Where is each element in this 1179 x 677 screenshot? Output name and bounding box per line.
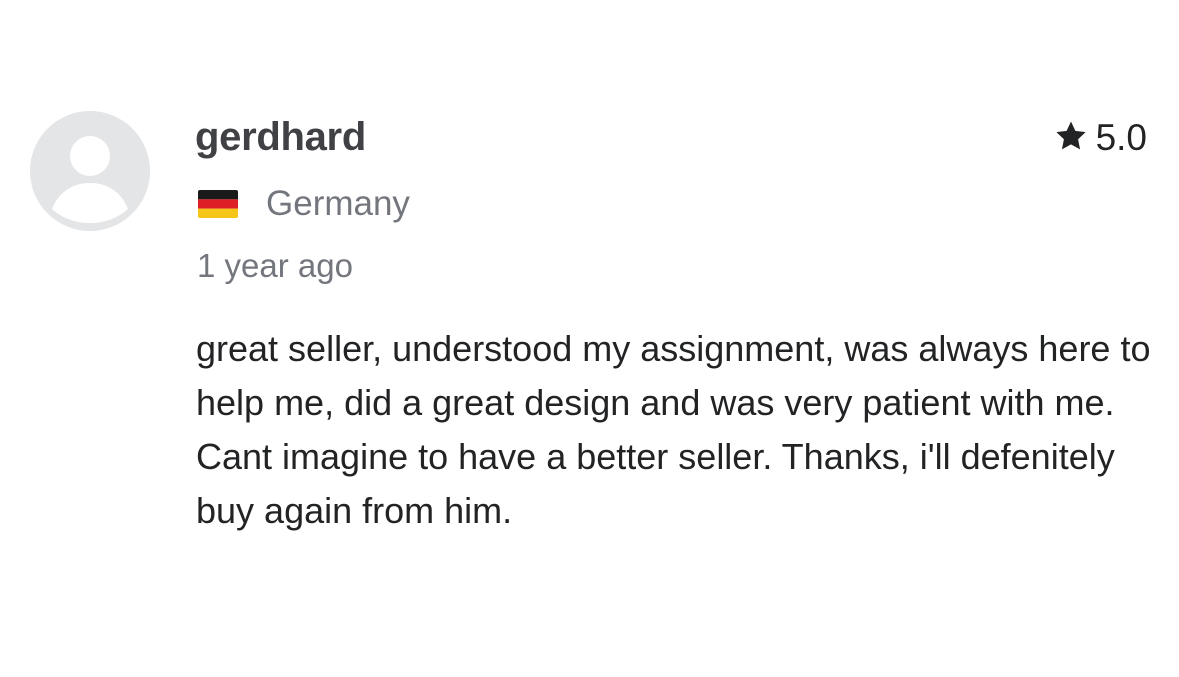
rating: 5.0 (1054, 116, 1147, 160)
star-icon (1054, 119, 1088, 158)
country-name: Germany (266, 184, 410, 223)
review-text: great seller, understood my assignment, … (196, 328, 1151, 531)
user-avatar-icon[interactable] (30, 111, 150, 231)
flag-germany-icon (198, 190, 238, 218)
review-timestamp: 1 year ago (197, 247, 353, 284)
review-card: gerdhard 5.0 Germany 1 year ago great se… (0, 0, 1179, 677)
rating-value: 5.0 (1095, 117, 1147, 158)
reviewer-country: Germany (198, 182, 410, 226)
reviewer-username[interactable]: gerdhard (195, 113, 366, 161)
